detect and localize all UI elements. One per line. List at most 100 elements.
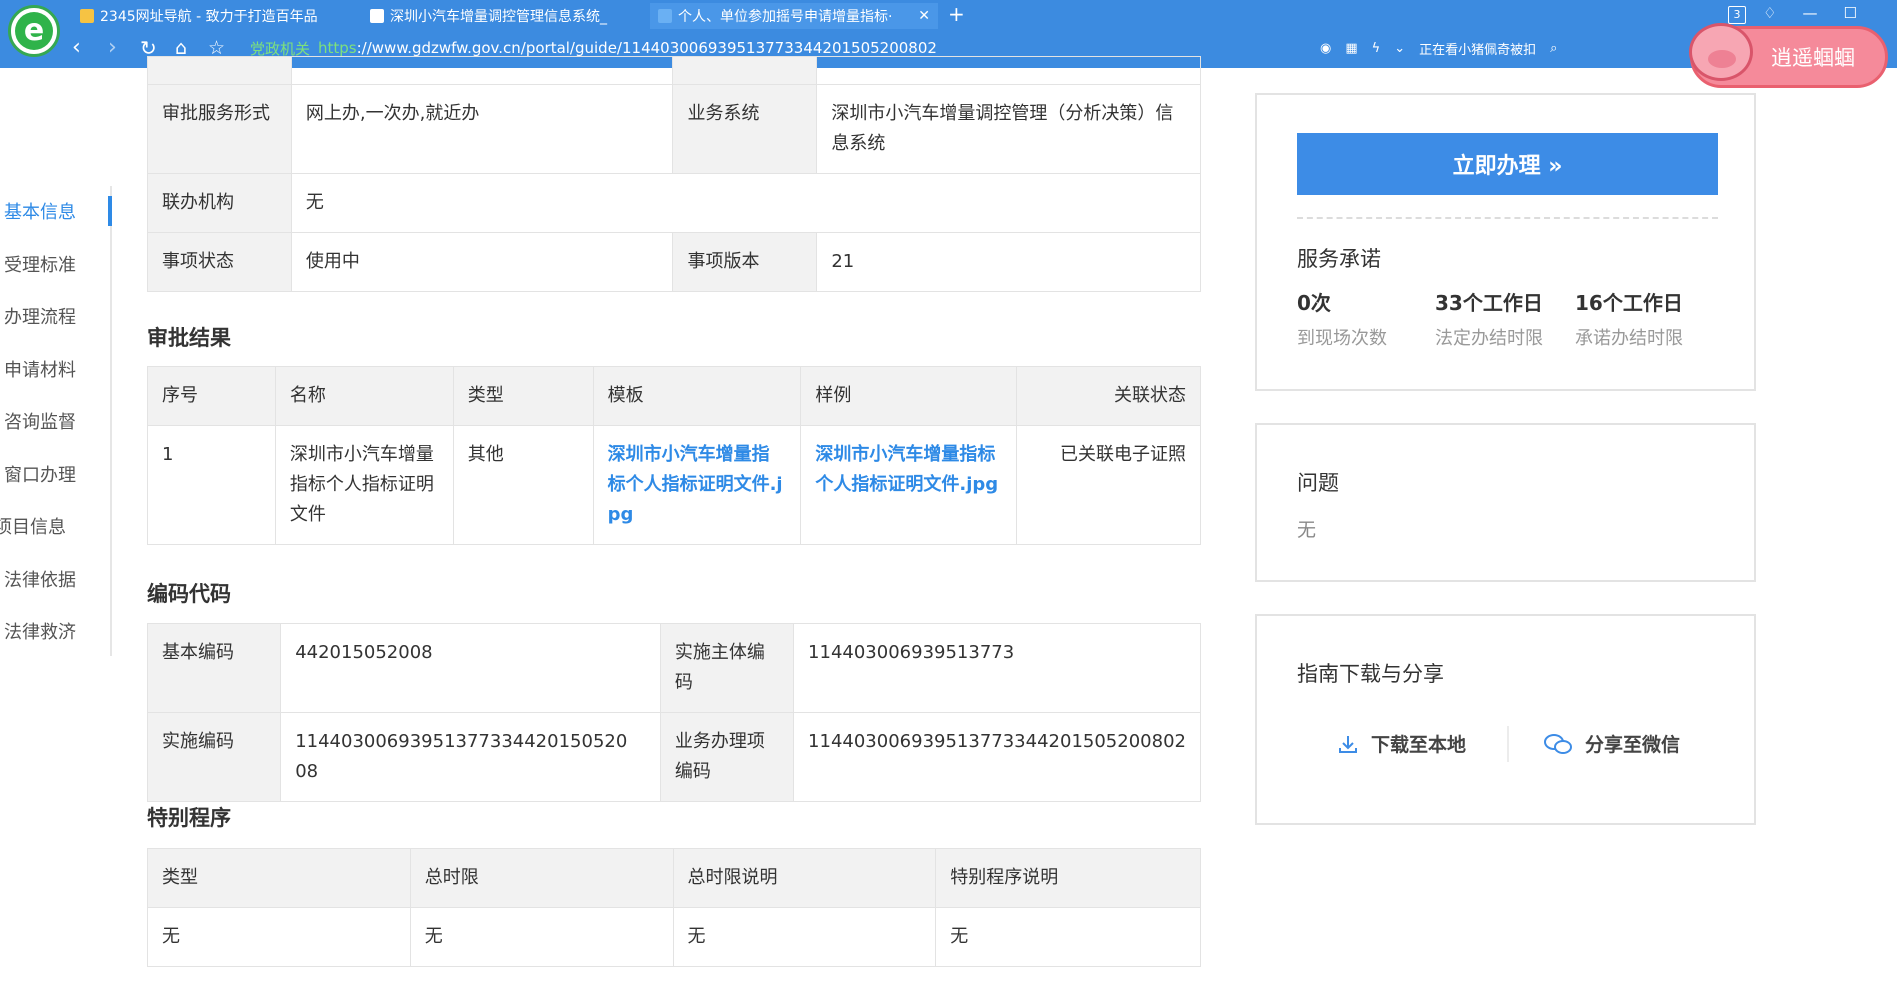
cell-value: 无 (409, 907, 674, 967)
cell-index: 1 (147, 425, 276, 545)
side-nav-item-basic-info[interactable]: 基本信息 (4, 198, 76, 224)
column-header: 模板 (592, 366, 802, 426)
column-header: 总时限 (409, 848, 674, 908)
cell-label: 审批服务形式 (147, 84, 292, 174)
chevron-down-icon[interactable]: ⌄ (1394, 41, 1405, 56)
column-header: 总时限说明 (672, 848, 937, 908)
download-icon (1339, 735, 1357, 753)
browser-tab[interactable]: 深圳小汽车增量调控管理信息系统_ (362, 3, 624, 29)
cell-value: 114403006939513773 (793, 623, 1201, 713)
cell-value: 442015052008 (280, 623, 661, 713)
new-tab-button[interactable]: + (948, 2, 965, 26)
side-nav-item-consult[interactable]: 咨询监督 (4, 408, 76, 434)
approval-result-table: 序号 名称 类型 模板 样例 关联状态 1 深圳市小汽车增量指标个人指标证明文件… (147, 366, 1201, 545)
addr-tools: ◉ ▦ ϟ ⌄ 正在看小猪佩奇被扣 ⌕ (1320, 39, 1557, 58)
side-nav-item-project[interactable]: 项目信息 (0, 513, 66, 539)
divider (1507, 726, 1509, 762)
section-title-codes: 编码代码 (147, 582, 231, 606)
cell-status: 已关联电子证照 (1016, 425, 1201, 545)
table-row: 联办机构 无 (147, 173, 1202, 233)
column-header: 类型 (147, 848, 411, 908)
side-nav-item-window[interactable]: 窗口办理 (4, 461, 76, 487)
cell-label: 业务办理项编码 (659, 712, 795, 802)
cell-value: 使用中 (290, 232, 674, 292)
section-title-approval-result: 审批结果 (147, 326, 231, 350)
side-nav-item-law[interactable]: 法律依据 (4, 566, 76, 592)
download-button[interactable]: 下载至本地 (1337, 730, 1466, 757)
service-promise-panel: 立即办理 » 服务承诺 0次 到现场次数 33个工作日 法定办结时限 16个工作… (1255, 93, 1756, 391)
browser-tab-active[interactable]: 个人、单位参加摇号申请增量指标· ✕ (650, 3, 938, 29)
table-row: 实施编码 11440300693951377334420150520 08 业务… (146, 712, 1201, 802)
cell-label: 联办机构 (147, 173, 292, 233)
cell-value: 无 (935, 907, 1201, 967)
guide-panel: 指南下载与分享 下载至本地 分享至微信 (1255, 614, 1756, 825)
skin-icon[interactable]: ♢ (1763, 4, 1776, 22)
home-icon (80, 9, 94, 23)
table-row: 事项状态 使用中 事项版本 21 (147, 232, 1201, 292)
url-text: ://www.gdzwfw.gov.cn/portal/guide/114403… (356, 39, 937, 57)
table-header-row: 类型 总时限 总时限说明 特别程序说明 (147, 848, 1201, 908)
cell-value: 11440300693951377334420150520 08 (280, 712, 661, 802)
page-icon (658, 9, 672, 23)
grid-icon[interactable]: ▦ (1345, 41, 1357, 56)
browser-tab-bar: 2345网址导航 - 致力于打造百年品 深圳小汽车增量调控管理信息系统_ 个人、… (0, 0, 1897, 29)
table-row: 无 无 无 无 (147, 907, 1201, 967)
shield-icon[interactable]: ◉ (1320, 41, 1331, 56)
table-row: 审批服务形式 网上办,一次办,就近办 业务系统 深圳市小汽车增量调控管理（分析决… (147, 84, 1201, 174)
sample-file-link[interactable]: 深圳市小汽车增量指标个人指标证明文件.jpg (815, 444, 998, 495)
side-nav-item-process[interactable]: 办理流程 (4, 303, 76, 329)
column-header: 名称 (274, 366, 454, 426)
cell-value: 无 (147, 907, 411, 967)
cell-label: 事项版本 (672, 232, 818, 292)
side-nav-item-remedy[interactable]: 法律救济 (4, 618, 76, 644)
table-header-row: 序号 名称 类型 模板 样例 关联状态 (147, 366, 1201, 426)
cell-value: 无 (672, 907, 937, 967)
stat-visits: 0次 到现场次数 (1297, 291, 1387, 349)
guide-title: 指南下载与分享 (1297, 662, 1444, 686)
column-header: 关联状态 (1016, 366, 1201, 426)
maximize-icon[interactable]: ☐ (1844, 4, 1857, 22)
browser-tab[interactable]: 2345网址导航 - 致力于打造百年品 (72, 3, 334, 29)
pig-user-badge[interactable]: 逍遥蝈蝈 (1689, 23, 1888, 88)
side-nav-item-materials[interactable]: 申请材料 (4, 356, 76, 382)
column-header: 序号 (147, 366, 276, 426)
minimize-icon[interactable]: — (1803, 4, 1818, 22)
column-header: 特别程序说明 (935, 848, 1201, 908)
question-panel: 问题 无 (1255, 423, 1756, 582)
table-row (147, 56, 1201, 85)
side-nav: 基本信息 受理标准 办理流程 申请材料 咨询监督 窗口办理 项目信息 法律依据 … (0, 186, 112, 656)
cell-value: 114403006939513773344201505200802 (793, 712, 1201, 802)
apply-now-button[interactable]: 立即办理 » (1297, 133, 1718, 195)
search-icon[interactable]: ⌕ (1550, 41, 1557, 56)
window-controls: ♢ — ☐ (1763, 4, 1857, 22)
side-nav-item-acceptance[interactable]: 受理标准 (4, 251, 76, 277)
basic-info-table: 审批服务形式 网上办,一次办,就近办 业务系统 深圳市小汽车增量调控管理（分析决… (147, 56, 1202, 292)
cell-value: 网上办,一次办,就近办 (290, 84, 674, 174)
back-icon[interactable]: ‹ (72, 35, 81, 61)
close-icon[interactable]: ✕ (918, 8, 930, 24)
page-icon (370, 9, 384, 23)
watching-text[interactable]: 正在看小猪佩奇被扣 (1419, 39, 1536, 58)
table-row: 基本编码 442015052008 实施主体编码 114403006939513… (146, 623, 1201, 713)
promise-title: 服务承诺 (1297, 247, 1381, 271)
share-wechat-button[interactable]: 分享至微信 (1543, 730, 1680, 757)
cell-label: 业务系统 (672, 84, 818, 174)
cell-label: 实施编码 (146, 712, 282, 802)
url-https: https (318, 39, 357, 57)
browser-logo: e (8, 5, 60, 57)
template-file-link[interactable]: 深圳市小汽车增量指标个人指标证明文件.jpg (608, 444, 783, 525)
section-title-special: 特别程序 (147, 806, 231, 830)
side-nav-active-indicator (108, 196, 112, 226)
lightning-icon[interactable]: ϟ (1372, 41, 1381, 56)
table-row: 1 深圳市小汽车增量指标个人指标证明文件 其他 深圳市小汽车增量指标个人指标证明… (147, 425, 1201, 545)
wechat-icon (1544, 733, 1572, 754)
cell-value: 无 (290, 173, 1202, 233)
forward-icon[interactable]: › (108, 35, 117, 61)
stat-legal-limit: 33个工作日 法定办结时限 (1435, 291, 1543, 349)
cell-label: 事项状态 (147, 232, 292, 292)
cell-value: 深圳市小汽车增量调控管理（分析决策）信息系统 (816, 84, 1201, 174)
column-header: 样例 (800, 366, 1018, 426)
cell-name: 深圳市小汽车增量指标个人指标证明文件 (274, 425, 454, 545)
cell-value: 21 (816, 232, 1201, 292)
tab-count-badge[interactable]: 3 (1728, 6, 1746, 24)
